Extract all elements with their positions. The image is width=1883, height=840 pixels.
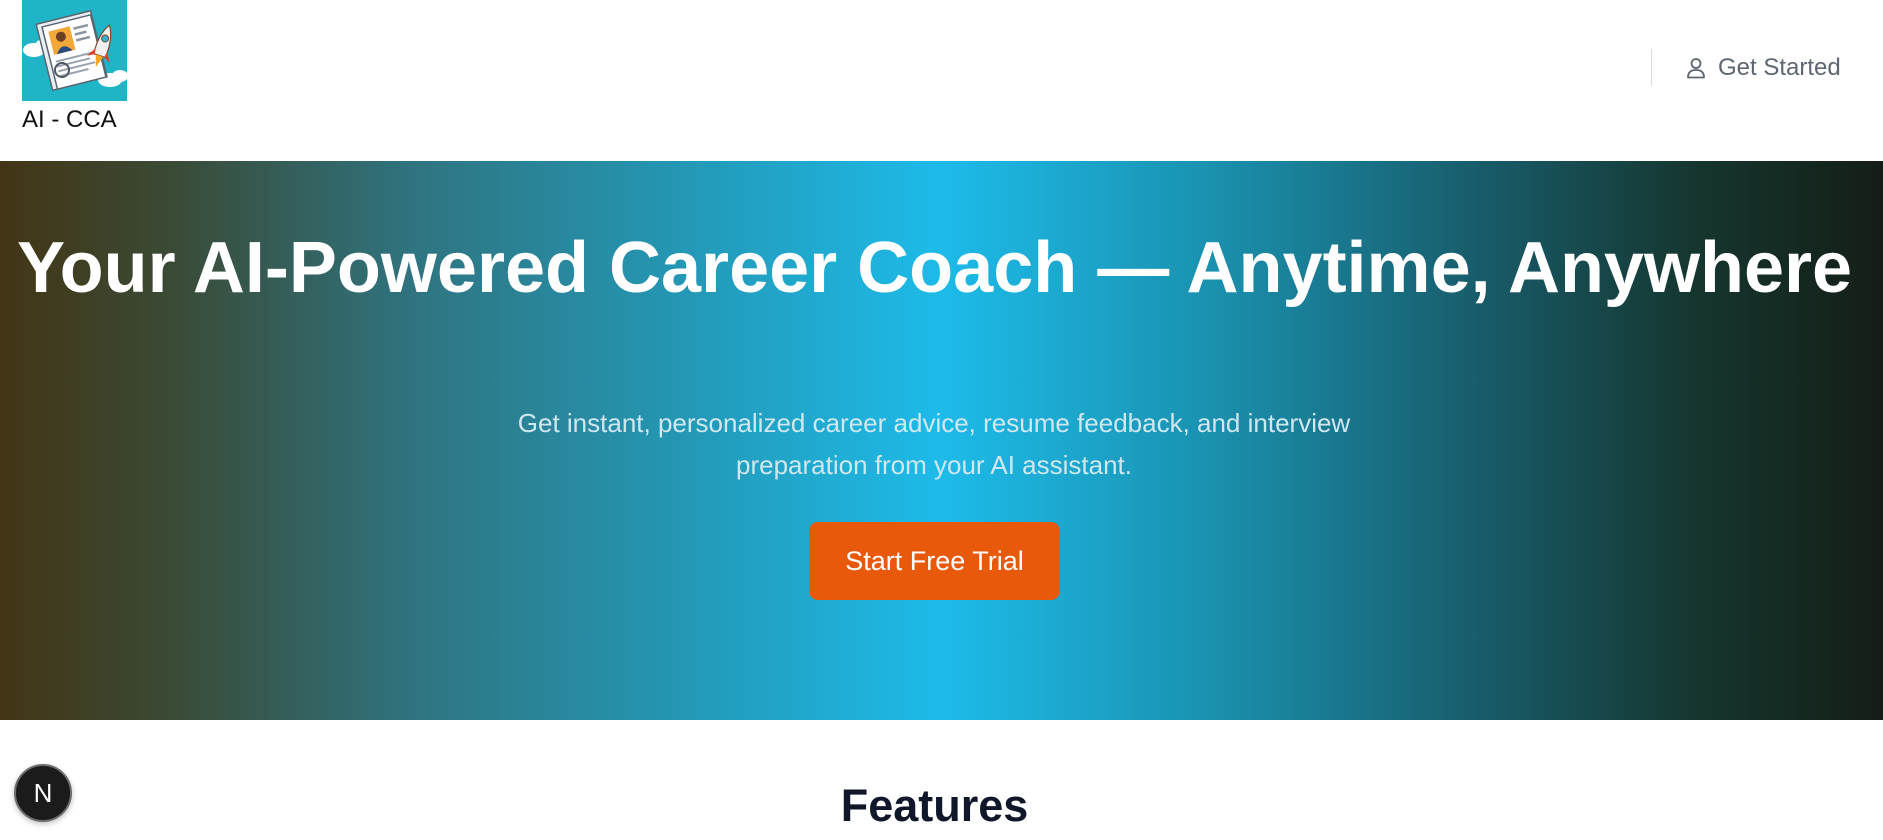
nextjs-letter: N [33, 777, 53, 808]
get-started-button[interactable]: Get Started [1686, 49, 1841, 86]
start-free-trial-button[interactable]: Start Free Trial [809, 522, 1060, 600]
resume-rocket-logo[interactable] [22, 0, 127, 101]
hero-subtitle: Get instant, personalized career advice,… [517, 408, 1351, 480]
hero-title: Your AI-Powered Career Coach — Anytime, … [16, 228, 1853, 308]
header-divider [1651, 49, 1652, 86]
brand[interactable]: AI - CCA [22, 0, 127, 134]
hero-section: Your AI-Powered Career Coach — Anytime, … [0, 161, 1883, 720]
user-icon [1686, 57, 1706, 79]
brand-name[interactable]: AI - CCA [22, 106, 117, 134]
features-heading: Features [840, 780, 1029, 831]
logo-illustration [22, 0, 127, 101]
site-header: AI - CCA Get Started [0, 0, 1883, 161]
get-started-label: Get Started [1718, 53, 1841, 81]
nextjs-icon[interactable]: N [14, 764, 72, 822]
